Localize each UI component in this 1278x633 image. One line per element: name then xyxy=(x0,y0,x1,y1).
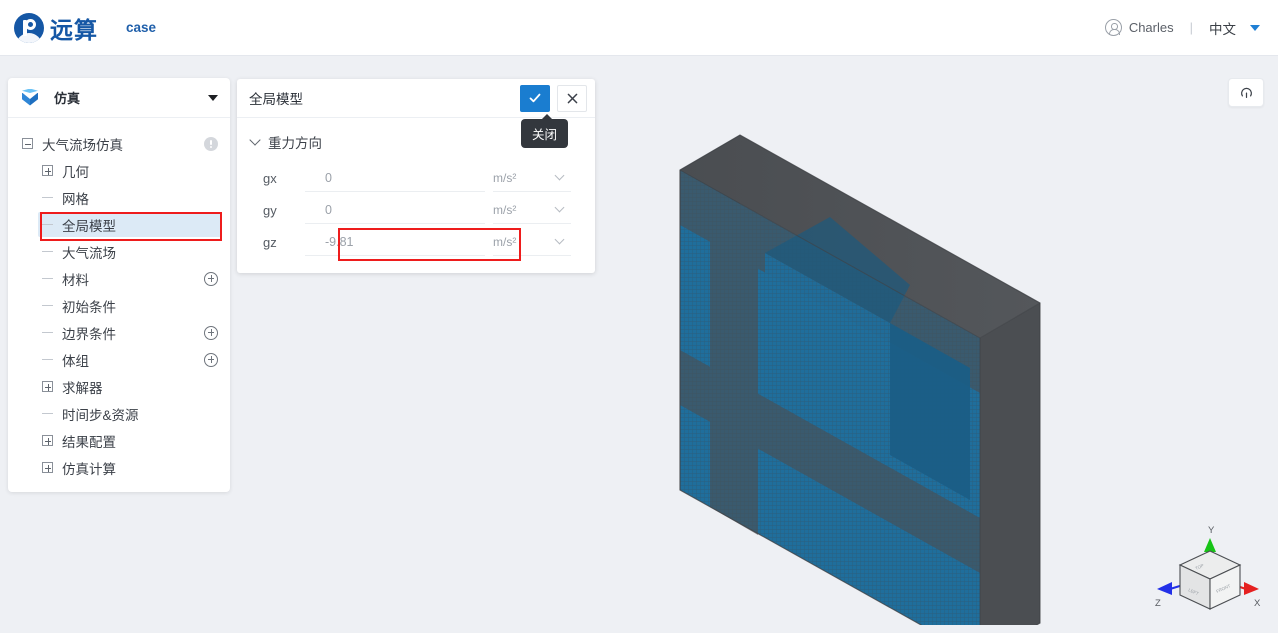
topbar-divider: | xyxy=(1189,20,1193,35)
chevron-down-icon xyxy=(554,234,565,245)
sidebar-item-8[interactable]: 体组 xyxy=(8,346,230,373)
tree-row-action xyxy=(204,271,218,286)
field-label-gx: gx xyxy=(263,170,277,186)
caret-down-icon[interactable] xyxy=(208,94,218,101)
tree-leaf-dash xyxy=(42,278,53,279)
expand-icon[interactable] xyxy=(42,381,53,392)
cfd-mesh-model[interactable] xyxy=(640,125,1060,625)
field-label-gz: gz xyxy=(263,234,277,250)
plus-circle[interactable] xyxy=(204,325,218,340)
chevron-down-icon xyxy=(554,202,565,213)
tree-leaf-dash xyxy=(42,197,53,198)
gy-unit-select[interactable]: m/s² xyxy=(493,197,571,224)
section-label: 重力方向 xyxy=(268,136,322,151)
sidebar-item-label: 材料 xyxy=(62,272,89,288)
top-bar: 远算 case Charles | 中文 xyxy=(0,0,1278,56)
sidebar-item-label: 初始条件 xyxy=(62,299,116,315)
sidebar-item-6[interactable]: 初始条件 xyxy=(8,292,230,319)
collapse-icon[interactable] xyxy=(22,138,33,149)
app-root: 远算 case Charles | 中文 仿真 大气流场仿真几何网格 全局模型大气… xyxy=(0,0,1278,633)
sidebar-item-label: 大气流场 xyxy=(62,245,116,261)
sidebar-item-9[interactable]: 求解器 xyxy=(8,373,230,400)
check-icon xyxy=(529,93,541,103)
sidebar-item-7[interactable]: 边界条件 xyxy=(8,319,230,346)
sidebar-item-2[interactable]: 网格 xyxy=(8,184,230,211)
brand-name: 远算 xyxy=(50,16,98,43)
y-axis-label: Y xyxy=(1208,525,1215,536)
sidebar-item-label: 时间步&资源 xyxy=(62,407,139,423)
top-bar-right: Charles | 中文 xyxy=(1104,18,1260,38)
tree-leaf-dash xyxy=(42,305,53,306)
chevron-down-icon xyxy=(554,170,565,181)
sidebar-item-10[interactable]: 时间步&资源 xyxy=(8,400,230,427)
sidebar-item-label: 求解器 xyxy=(62,380,103,396)
field-label-gy: gy xyxy=(263,202,277,218)
plus-circle[interactable] xyxy=(204,271,218,286)
user-circle-icon xyxy=(1104,19,1122,36)
sidebar-header[interactable]: 仿真 xyxy=(8,78,230,118)
expand-icon[interactable] xyxy=(42,165,53,176)
sidebar-item-label: 结果配置 xyxy=(62,434,116,450)
reset-view-button[interactable] xyxy=(1228,78,1264,107)
annotation-box-gz-field xyxy=(338,228,521,261)
tree-leaf-dash xyxy=(42,332,53,333)
tree-leaf-dash xyxy=(42,359,53,360)
unit-label: m/s² xyxy=(493,202,517,217)
close-icon xyxy=(567,93,577,103)
sidebar-item-4[interactable]: 大气流场 xyxy=(8,238,230,265)
sidebar-item-11[interactable]: 结果配置 xyxy=(8,427,230,454)
x-axis-arrow xyxy=(1244,582,1259,595)
sidebar-item-label: 网格 xyxy=(62,191,89,207)
sidebar-item-5[interactable]: 材料 xyxy=(8,265,230,292)
sidebar-item-12[interactable]: 仿真计算 xyxy=(8,454,230,481)
sidebar-item-label: 仿真计算 xyxy=(62,461,116,477)
simulation-tree: 大气流场仿真 几何 网格 全局模型 大气流场 材料 初始条件 边界条件 体组 求解器 时间步&资源结… xyxy=(8,118,230,492)
unit-label: m/s² xyxy=(493,170,517,185)
panel-buttons xyxy=(513,84,595,112)
gx-unit-select[interactable]: m/s² xyxy=(493,165,571,192)
user-menu[interactable]: Charles xyxy=(1104,19,1174,36)
tree-row-action xyxy=(204,136,218,151)
sidebar-header-title: 仿真 xyxy=(54,91,81,106)
reset-view-icon xyxy=(1240,87,1252,98)
panel-header: 全局模型 关闭 xyxy=(237,79,595,148)
x-axis-label: X xyxy=(1254,598,1261,609)
z-axis-arrow xyxy=(1157,582,1172,595)
gy-input-field[interactable]: 0 xyxy=(305,197,485,224)
caret-down-icon[interactable] xyxy=(1250,24,1260,31)
close-tooltip: 关闭 xyxy=(521,114,569,148)
case-label[interactable]: case xyxy=(126,20,156,35)
sidebar-item-0[interactable]: 大气流场仿真 xyxy=(8,130,230,157)
z-axis-label: Z xyxy=(1155,598,1161,609)
tree-leaf-dash xyxy=(42,251,53,252)
close-button[interactable] xyxy=(557,84,587,112)
sidebar-item-label: 边界条件 xyxy=(62,326,116,342)
field-row-gx: gx 0 m/s² xyxy=(237,162,595,194)
chevron-down-icon xyxy=(249,134,261,146)
annotation-box-sidebar-item xyxy=(40,212,222,241)
panel-title: 全局模型 xyxy=(249,92,303,107)
sidebar-item-label: 几何 xyxy=(62,164,89,180)
sidebar-item-label: 大气流场仿真 xyxy=(42,137,123,153)
confirm-button[interactable] xyxy=(520,84,550,112)
tree-leaf-dash xyxy=(42,413,53,414)
sidebar-item-label: 体组 xyxy=(62,353,89,369)
plus-circle[interactable] xyxy=(204,352,218,367)
sidebar-item-1[interactable]: 几何 xyxy=(8,157,230,184)
sidebar-panel: 仿真 大气流场仿真 几何 网格 全局模型 大气流场 材料 初始条件 边界条件 体组 求解器 时间步&… xyxy=(8,78,230,492)
brand-mark-icon xyxy=(14,12,44,43)
warning-icon xyxy=(204,136,218,151)
field-row-gy: gy 0 m/s² xyxy=(237,194,595,226)
expand-icon[interactable] xyxy=(42,462,53,473)
axis-navigation-cube[interactable]: TOP LEFT FRONT Y Z X xyxy=(1155,505,1265,625)
tree-row-action xyxy=(204,325,218,340)
gx-input-field[interactable]: 0 xyxy=(305,165,485,192)
user-name: Charles xyxy=(1128,20,1174,35)
language-label[interactable]: 中文 xyxy=(1209,18,1236,38)
expand-icon[interactable] xyxy=(42,435,53,446)
cube-icon xyxy=(20,88,40,108)
tree-row-action xyxy=(204,352,218,367)
brand-logo[interactable]: 远算 xyxy=(14,11,98,45)
